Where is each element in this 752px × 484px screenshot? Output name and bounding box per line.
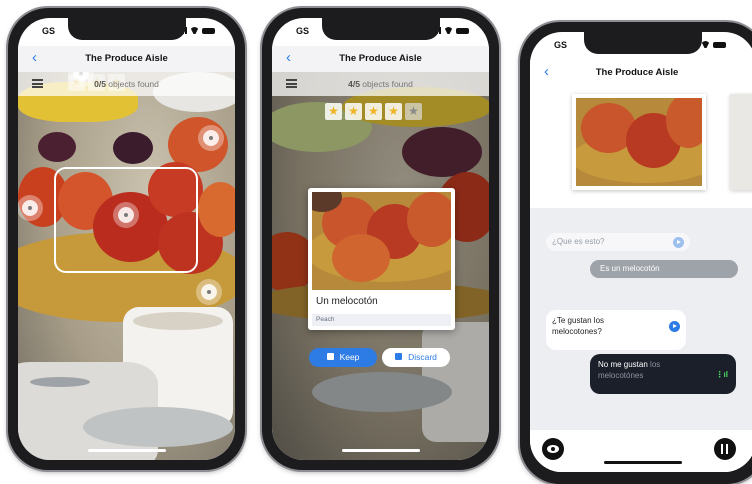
phone-2: GS ‹ The Produce Aisle 4/5 objects found [262,8,499,470]
objects-counter-bar: 4/5 objects found [272,72,489,96]
bottom-toolbar [530,430,752,472]
home-indicator [87,449,166,452]
object-marker[interactable] [201,284,217,300]
nav-bar: ‹ The Produce Aisle [272,46,489,72]
image-strip [530,86,752,208]
star-icon: ★ [405,103,422,120]
phone-3: GS ‹ The Produce Aisle ¿Que es esto? Es … [520,22,752,484]
screen-title: The Produce Aisle [595,67,679,78]
speaker-icon[interactable] [673,237,684,248]
next-thumbnail[interactable] [730,94,752,190]
notch [321,18,440,40]
nav-bar: ‹ The Produce Aisle [18,46,235,72]
nav-bar: ‹ The Produce Aisle [530,60,752,86]
carrier-label: GS [42,26,56,36]
phone-1: GS ‹ The Produce Aisle 0/5 objects found [8,8,245,470]
waveform-icon: ⋮ıl [715,370,728,379]
card-translation: Peach [312,314,451,326]
phone-3-screen: GS ‹ The Produce Aisle ¿Que es esto? Es … [530,32,752,472]
object-marker[interactable] [203,130,219,146]
objects-found-text: 4/5 objects found [348,79,413,89]
screen-title: The Produce Aisle [339,53,422,64]
wifi-icon [444,27,453,34]
object-marker[interactable] [22,200,38,216]
screen-title: The Produce Aisle [85,53,168,64]
home-indicator [341,449,420,452]
battery-icon [713,42,726,48]
notch [67,18,186,40]
camera-view-button[interactable] [542,438,564,460]
thumbs-up-icon [326,353,334,360]
star-icon: ★ [365,103,382,120]
star-rating: ★ ★ ★ ★ ★ [325,103,422,120]
objects-counter-bar: 0/5 objects found [18,72,235,96]
objects-found-text: 0/5 objects found [94,79,159,89]
phone-2-screen: GS ‹ The Produce Aisle 4/5 objects found [272,18,489,460]
discard-button[interactable]: Discard [382,348,450,367]
notch [584,32,702,54]
chat-message-incoming: ¿Que es esto? [546,233,690,251]
camera-view: ★ ★ ★ [18,72,235,460]
star-icon: ★ [345,103,362,120]
chat-message-recording: No me gustan los melocotónes ⋮ıl [590,354,736,394]
carrier-label: GS [554,40,568,50]
card-word: Un melocotón [316,296,378,307]
chat-message-incoming: ¿Te gustan los melocotones? [546,310,686,350]
found-object-thumbnail[interactable] [572,94,706,190]
wifi-icon [190,27,199,34]
speaker-icon[interactable] [669,321,680,332]
star-icon: ★ [325,103,342,120]
keep-button[interactable]: Keep [309,348,377,367]
chat-message-outgoing: Es un melocotón [590,260,738,278]
chat-area: ¿Que es esto? Es un melocotón ¿Te gustan… [530,86,752,472]
phone-1-screen: GS ‹ The Produce Aisle 0/5 objects found [18,18,235,460]
star-icon: ★ [385,103,402,120]
home-indicator [604,461,682,464]
battery-icon [202,28,215,34]
spoon [30,377,90,387]
wifi-icon [701,41,710,48]
pause-icon [721,444,723,454]
carrier-label: GS [296,26,310,36]
viewfinder-frame [54,167,198,273]
thumbs-down-icon [395,353,403,360]
card-photo [312,192,451,290]
pause-button[interactable] [714,438,736,460]
vocab-card: Un melocotón Peach [308,188,455,330]
saucer [83,407,233,447]
battery-icon [456,28,469,34]
